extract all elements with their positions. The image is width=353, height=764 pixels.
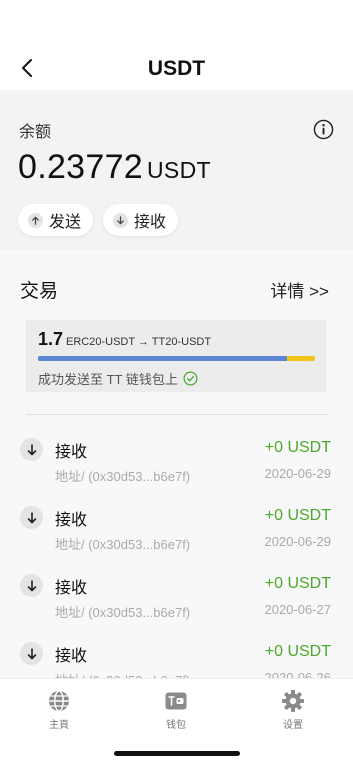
tab-settings[interactable]: 设置 — [253, 689, 333, 731]
transaction-address: 地址/ (0x30d53...b6e7f) — [55, 670, 190, 678]
bridge-route: ERC20-USDT → TT20-USDT — [66, 336, 212, 348]
bridge-progress-bar — [38, 356, 315, 361]
bridge-amount: 1.7 — [38, 329, 64, 349]
divider — [26, 414, 327, 415]
transaction-row[interactable]: 接收 +0 USDT 地址/ (0x30d53...b6e7f) 2020-06… — [0, 506, 353, 566]
globe-icon — [49, 690, 69, 712]
transaction-row[interactable]: 接收 +0 USDT 地址/ (0x30d53...b6e7f) 2020-06… — [0, 438, 353, 498]
transactions-section: 交易 详情 >> 1.7 ERC20-USDT → TT20-USDT 成功发送… — [0, 250, 353, 678]
transactions-title: 交易 — [20, 281, 59, 302]
balance-unit: USDT — [147, 157, 211, 183]
balance-label: 余额 — [19, 124, 52, 141]
transaction-date: 2020-06-29 — [264, 466, 332, 481]
transaction-type: 接收 — [55, 444, 88, 461]
balance-amount: 0.23772 USDT — [18, 148, 211, 187]
receive-button-label: 接收 — [134, 214, 167, 231]
bridge-transfer-card[interactable]: 1.7 ERC20-USDT → TT20-USDT 成功发送至 TT 链钱包上 — [26, 320, 327, 392]
balance-value: 0.23772 — [18, 148, 144, 186]
arrow-down-icon — [20, 574, 43, 597]
arrow-up-icon — [28, 212, 43, 228]
tab-settings-label: 设置 — [283, 720, 303, 731]
transaction-address: 地址/ (0x30d53...b6e7f) — [55, 605, 191, 620]
home-indicator — [114, 751, 240, 756]
check-circle-icon — [183, 371, 198, 386]
bridge-status-text: 成功发送至 TT 链钱包上 — [38, 372, 178, 387]
transaction-address: 地址/ (0x30d53...b6e7f) — [55, 537, 191, 552]
arrow-down-icon — [20, 642, 43, 665]
transaction-date: 2020-06-27 — [264, 602, 332, 617]
transaction-type: 接收 — [55, 512, 88, 529]
tab-home-label: 主頁 — [49, 720, 69, 731]
tab-wallet-label: 钱包 — [166, 720, 186, 731]
transaction-amount: +0 USDT — [264, 439, 331, 456]
bridge-status: 成功发送至 TT 链钱包上 — [38, 369, 198, 388]
transaction-row[interactable]: 接收 +0 USDT 地址/ (0x30d53...b6e7f) 2020-06… — [0, 574, 353, 634]
tab-wallet[interactable]: 钱包 — [136, 689, 216, 731]
tab-home[interactable]: 主頁 — [19, 689, 99, 731]
page-title: USDT — [147, 57, 206, 80]
transaction-amount: +0 USDT — [264, 507, 331, 524]
transaction-date: 2020-06-26 — [264, 670, 332, 678]
transaction-type: 接收 — [55, 580, 88, 597]
wallet-icon — [165, 692, 187, 710]
arrow-down-icon — [20, 506, 43, 529]
transaction-date: 2020-06-29 — [264, 534, 332, 549]
receive-button[interactable]: 接收 — [103, 204, 179, 236]
info-icon[interactable] — [313, 119, 334, 140]
transaction-address: 地址/ (0x30d53...b6e7f) — [55, 469, 191, 484]
arrow-down-icon — [113, 212, 128, 228]
details-link[interactable]: 详情 >> — [270, 277, 329, 302]
transaction-row[interactable]: 接收 +0 USDT 地址/ (0x30d53...b6e7f) 2020-06… — [0, 642, 353, 678]
arrow-down-icon — [20, 438, 43, 461]
transaction-type: 接收 — [55, 648, 88, 665]
gear-icon — [282, 690, 304, 712]
header-bar: USDT — [0, 0, 353, 90]
send-button-label: 发送 — [49, 214, 82, 231]
bridge-progress-fill — [38, 356, 288, 361]
transaction-amount: +0 USDT — [264, 575, 331, 592]
transaction-amount: +0 USDT — [264, 643, 331, 660]
send-button[interactable]: 发送 — [18, 204, 94, 236]
